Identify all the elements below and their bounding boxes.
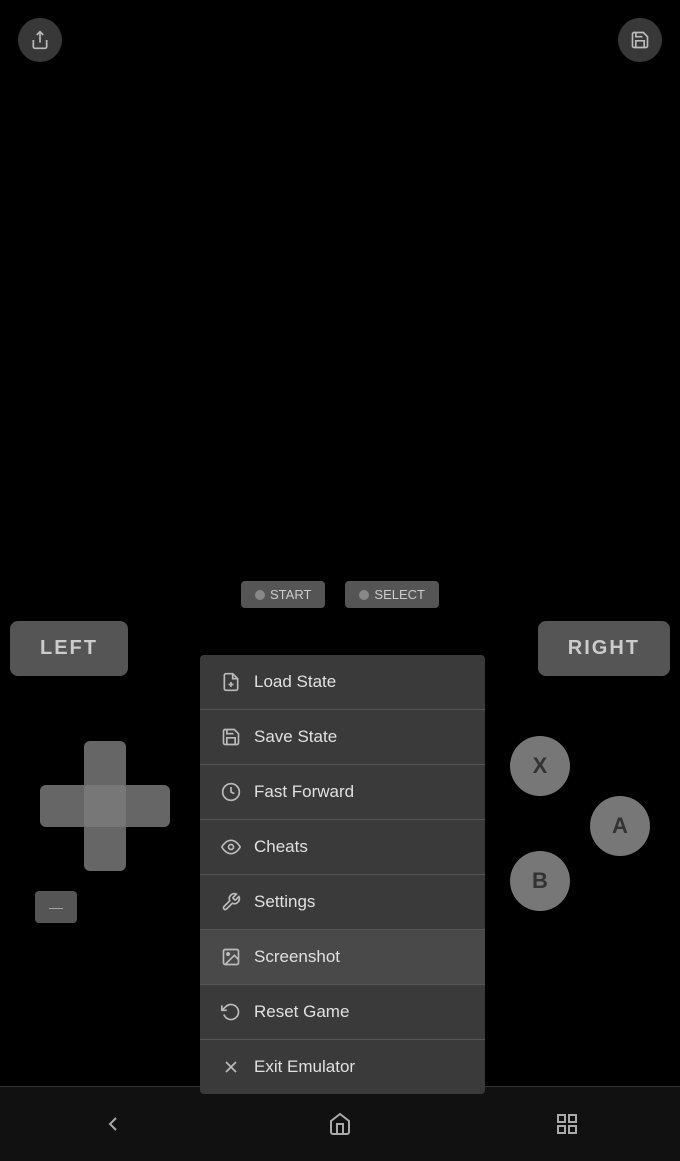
left-button[interactable]: LEFT (10, 621, 128, 676)
start-button[interactable]: START (241, 581, 325, 608)
fast-forward-icon (220, 781, 242, 803)
start-label: START (270, 587, 311, 602)
save-state-icon (220, 726, 242, 748)
minus-button[interactable]: — (35, 891, 77, 923)
reset-game-icon (220, 1001, 242, 1023)
load-state-label: Load State (254, 672, 336, 692)
a-button[interactable]: A (590, 796, 650, 856)
b-button[interactable]: B (510, 851, 570, 911)
share-icon (30, 30, 50, 50)
save-state-label: Save State (254, 727, 337, 747)
menu-item-cheats[interactable]: Cheats (200, 820, 485, 875)
menu-item-load-state[interactable]: Load State (200, 655, 485, 710)
select-dot (359, 590, 369, 600)
select-button[interactable]: SELECT (345, 581, 439, 608)
dpad[interactable] (40, 741, 170, 871)
home-nav-button[interactable] (315, 1099, 365, 1149)
dpad-center (84, 785, 126, 827)
screenshot-label: Screenshot (254, 947, 340, 967)
menu-item-fast-forward[interactable]: Fast Forward (200, 765, 485, 820)
exit-emulator-label: Exit Emulator (254, 1057, 355, 1077)
load-state-icon (220, 671, 242, 693)
fast-forward-label: Fast Forward (254, 782, 354, 802)
settings-icon (220, 891, 242, 913)
settings-label: Settings (254, 892, 315, 912)
exit-icon (220, 1056, 242, 1078)
select-label: SELECT (374, 587, 425, 602)
b-label: B (532, 868, 548, 894)
save-icon-btn[interactable] (618, 18, 662, 62)
start-select-area: START SELECT (241, 581, 439, 608)
a-label: A (612, 813, 628, 839)
cheats-icon (220, 836, 242, 858)
start-dot (255, 590, 265, 600)
cheats-label: Cheats (254, 837, 308, 857)
nav-bar (0, 1086, 680, 1161)
right-label: RIGHT (568, 637, 640, 659)
right-button[interactable]: RIGHT (538, 621, 670, 676)
menu-item-save-state[interactable]: Save State (200, 710, 485, 765)
left-label: LEFT (40, 637, 98, 659)
back-nav-button[interactable] (88, 1099, 138, 1149)
recent-nav-button[interactable] (542, 1099, 592, 1149)
menu-item-settings[interactable]: Settings (200, 875, 485, 930)
share-icon-btn[interactable] (18, 18, 62, 62)
x-button[interactable]: X (510, 736, 570, 796)
x-label: X (533, 753, 548, 779)
reset-game-label: Reset Game (254, 1002, 349, 1022)
menu-item-exit-emulator[interactable]: Exit Emulator (200, 1040, 485, 1094)
menu-item-screenshot[interactable]: Screenshot (200, 930, 485, 985)
context-menu: Load State Save State Fast Forward (200, 655, 485, 1094)
menu-item-reset-game[interactable]: Reset Game (200, 985, 485, 1040)
floppy-icon (630, 30, 650, 50)
screenshot-icon (220, 946, 242, 968)
